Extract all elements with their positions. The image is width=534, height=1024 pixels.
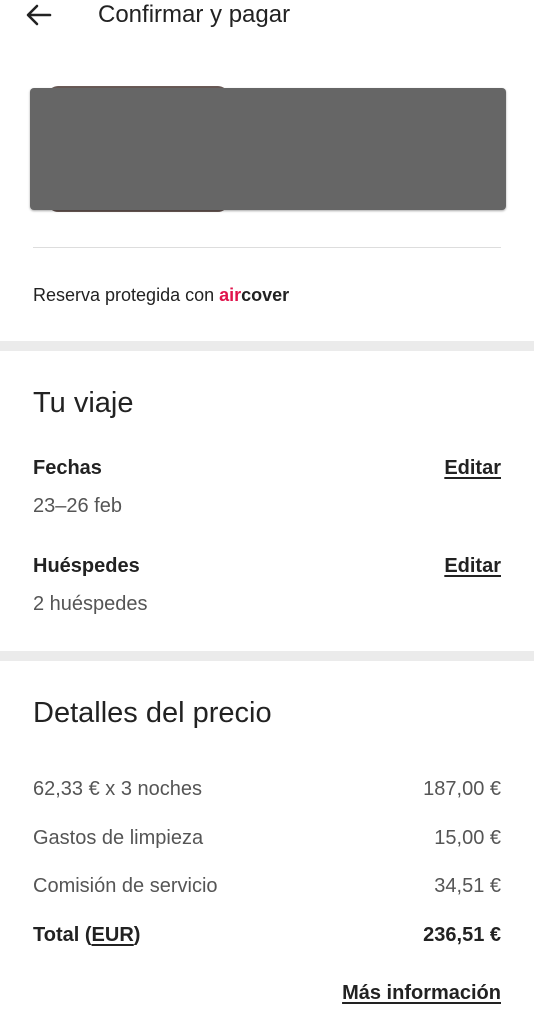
- price-row-value: 187,00 €: [423, 778, 501, 800]
- price-section-title: Detalles del precio: [33, 697, 272, 729]
- divider: [33, 247, 501, 248]
- aircover-logo-air: air: [219, 285, 242, 305]
- guests-label: Huéspedes: [33, 555, 140, 577]
- section-separator: [0, 651, 534, 661]
- back-button[interactable]: [24, 2, 54, 28]
- total-value: 236,51 €: [423, 924, 501, 946]
- redacted-listing-info: [30, 88, 506, 210]
- price-row-label: 62,33 € x 3 noches: [33, 778, 203, 800]
- aircover-notice: Reserva protegida con aircover: [33, 283, 289, 307]
- price-row-nights: 62,33 € x 3 noches 187,00 €: [33, 775, 501, 803]
- trip-section-title: Tu viaje: [33, 387, 134, 419]
- total-close-paren: ): [133, 924, 141, 946]
- total-text: Total: [33, 924, 85, 946]
- total-open-paren: (: [84, 924, 92, 946]
- currency-link[interactable]: EUR: [92, 924, 134, 946]
- aircover-prefix: Reserva protegida con: [33, 285, 220, 305]
- price-row-label: Gastos de limpieza: [33, 827, 204, 849]
- price-row-value: 34,51 €: [434, 875, 501, 897]
- more-info-link[interactable]: Más información: [342, 980, 501, 1006]
- dates-value: 23–26 feb: [33, 495, 122, 517]
- edit-dates-link[interactable]: Editar: [444, 455, 501, 481]
- total-label: Total (EUR): [33, 921, 140, 949]
- top-bar: Confirmar y pagar: [0, 0, 534, 34]
- price-row-service: Comisión de servicio 34,51 €: [33, 872, 501, 900]
- price-row-cleaning: Gastos de limpieza 15,00 €: [33, 824, 501, 852]
- section-separator: [0, 341, 534, 351]
- arrow-left-icon: [26, 4, 52, 26]
- aircover-logo-cover: cover: [241, 285, 290, 305]
- page-title: Confirmar y pagar: [98, 1, 291, 28]
- guests-value: 2 huéspedes: [33, 593, 148, 615]
- dates-label: Fechas: [33, 457, 102, 479]
- listing-card[interactable]: [30, 86, 506, 212]
- edit-guests-link[interactable]: Editar: [444, 553, 501, 579]
- price-row-total: Total (EUR) 236,51 €: [33, 921, 501, 949]
- price-row-label: Comisión de servicio: [33, 875, 218, 897]
- price-row-value: 15,00 €: [434, 827, 501, 849]
